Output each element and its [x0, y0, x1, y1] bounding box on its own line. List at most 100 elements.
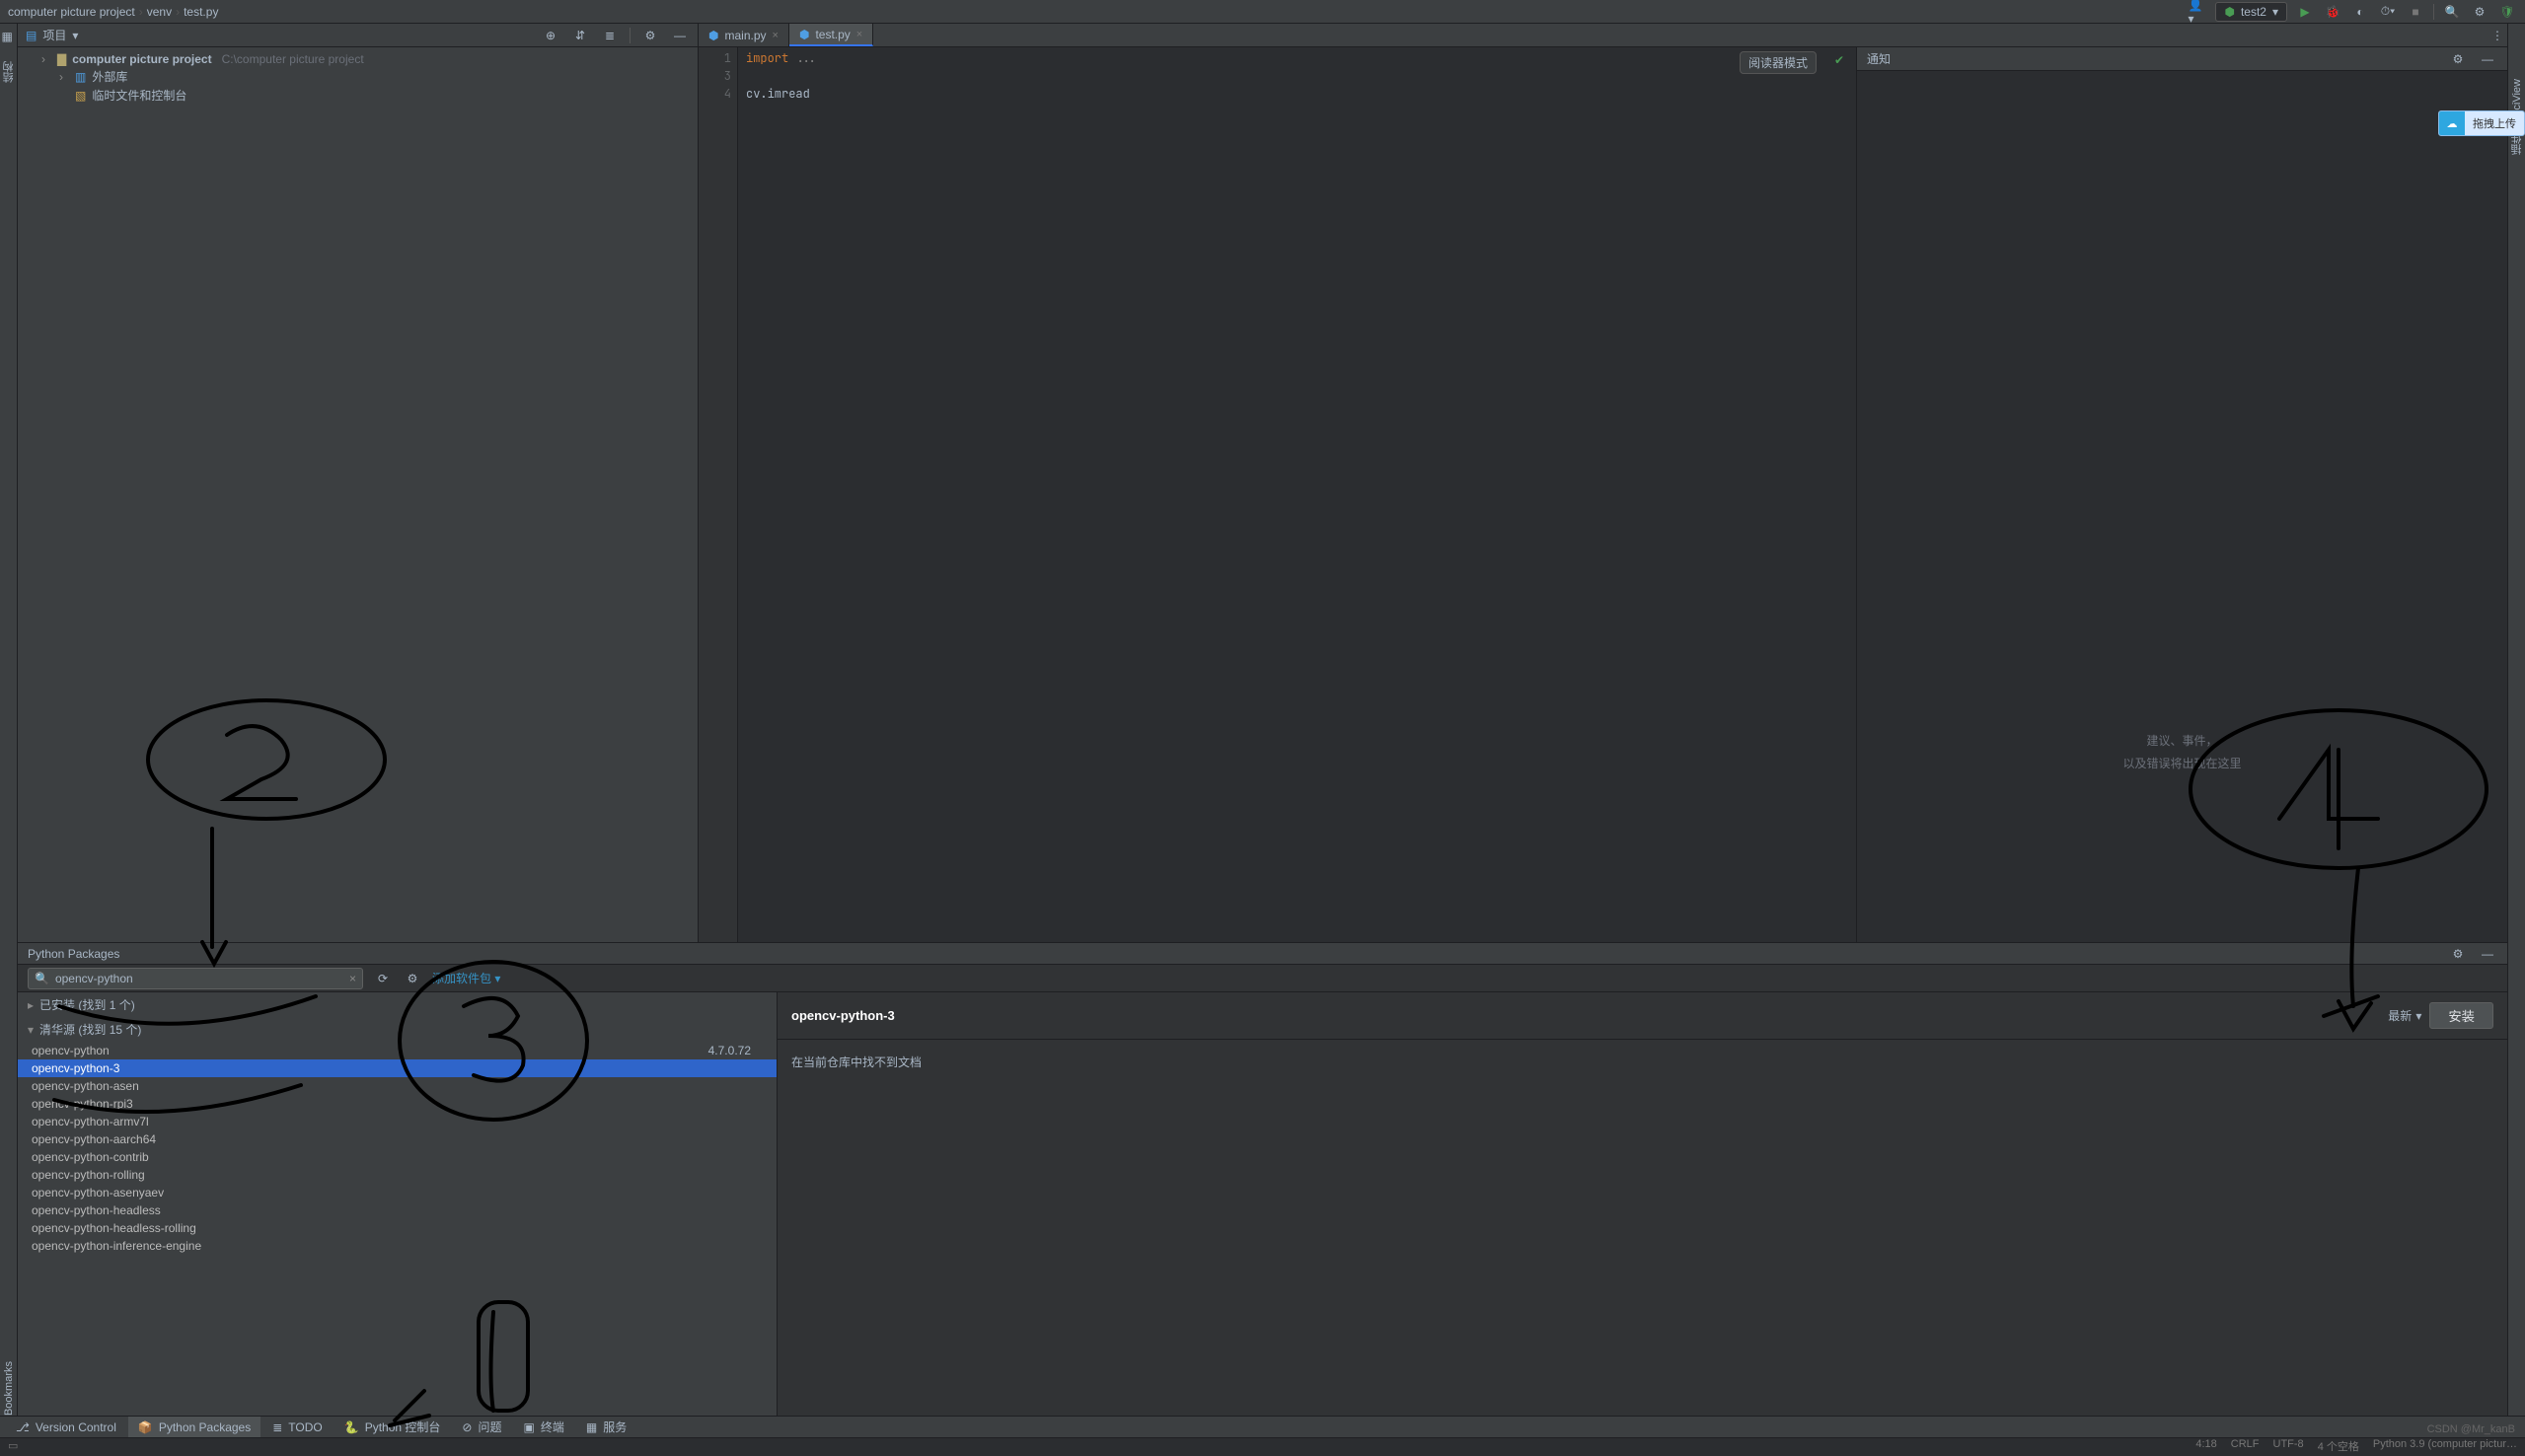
gear-icon[interactable]: ⚙ — [403, 969, 422, 988]
hide-icon[interactable]: — — [2478, 944, 2497, 964]
tree-item-libraries[interactable]: › ▥ 外部库 — [18, 67, 698, 86]
package-version-select[interactable]: 最新 ▾ — [2388, 1007, 2421, 1024]
install-button[interactable]: 安装 — [2429, 1002, 2493, 1029]
status-item[interactable]: 4:18 — [2195, 1438, 2216, 1454]
tree-item-scratches[interactable]: ▧ 临时文件和控制台 — [18, 86, 698, 105]
upload-badge[interactable]: ☁ 拖拽上传 — [2438, 110, 2525, 136]
chevron-right-icon[interactable]: ▸ — [28, 998, 34, 1012]
status-item[interactable]: 4 个空格 — [2318, 1438, 2359, 1454]
profiler-icon[interactable]: ⏱▾ — [2378, 2, 2398, 22]
package-row-name: opencv-python-aarch64 — [32, 1132, 156, 1146]
project-tool-header: ▤ 项目 ▾ ⊕ ⇵ ≣ ⚙ — — [18, 24, 698, 47]
bottom-tab[interactable]: 📦Python Packages — [128, 1417, 260, 1437]
tree-root-row[interactable]: › ▇ computer picture project C:\computer… — [18, 51, 698, 67]
bottom-tab[interactable]: 🐍Python 控制台 — [334, 1417, 451, 1437]
reload-icon[interactable]: ⟳ — [373, 969, 393, 988]
plugin-shield-icon[interactable]: 🛡 — [2497, 2, 2517, 22]
settings-icon[interactable]: ⚙ — [2470, 2, 2489, 22]
editor-tab-test[interactable]: ⬢ test.py × — [789, 24, 873, 46]
package-row[interactable]: opencv-python-contrib — [18, 1148, 777, 1166]
gear-icon[interactable]: ⚙ — [2448, 49, 2468, 69]
bottom-tab[interactable]: ≣TODO — [262, 1417, 333, 1437]
stop-icon[interactable]: ■ — [2406, 2, 2425, 22]
package-row[interactable]: opencv-python-inference-engine — [18, 1237, 777, 1255]
inspection-ok-icon[interactable]: ✔ — [1834, 53, 1844, 67]
tab-label: 服务 — [603, 1419, 627, 1435]
gear-icon[interactable]: ⚙ — [640, 26, 660, 45]
chevron-down-icon[interactable]: ▾ — [28, 1023, 34, 1037]
user-menu-icon[interactable]: 👤▾ — [2188, 2, 2207, 22]
bottom-tab[interactable]: ▦服务 — [576, 1417, 636, 1437]
search-icon[interactable]: 🔍 — [2442, 2, 2462, 22]
select-opened-file-icon[interactable]: ⊕ — [541, 26, 560, 45]
packages-title-bar: Python Packages ⚙ — — [18, 943, 2507, 965]
separator — [2433, 4, 2434, 20]
breadcrumb-item[interactable]: venv — [147, 5, 172, 19]
package-row-name: opencv-python-rolling — [32, 1168, 145, 1182]
status-left-icon[interactable]: ▭ — [8, 1439, 18, 1452]
package-row[interactable]: opencv-python-3 — [18, 1059, 777, 1077]
package-row-name: opencv-python-3 — [32, 1061, 119, 1075]
collapse-all-icon[interactable]: ≣ — [600, 26, 620, 45]
package-row[interactable]: opencv-python-rpi3 — [18, 1095, 777, 1113]
hide-icon[interactable]: — — [2478, 49, 2497, 69]
status-item[interactable]: UTF-8 — [2273, 1438, 2304, 1454]
python-file-icon: ⬢ — [708, 29, 718, 42]
packages-title: Python Packages — [28, 947, 119, 961]
package-row[interactable]: opencv-python-armv7l — [18, 1113, 777, 1130]
package-row[interactable]: opencv-python-headless — [18, 1201, 777, 1219]
package-row[interactable]: opencv-python-asen — [18, 1077, 777, 1095]
run-configuration[interactable]: ⬢ test2 ▾ — [2215, 2, 2287, 22]
tab-icon: 📦 — [138, 1420, 153, 1434]
python-packages-panel: Python Packages ⚙ — 🔍 × ⟳ ⚙ 添加软件包 ▾ ▸ 已安… — [18, 942, 2507, 1416]
status-item[interactable]: Python 3.9 (computer pictur… — [2373, 1438, 2517, 1454]
bottom-tab[interactable]: ⎇Version Control — [6, 1417, 126, 1437]
structure-tool-tab[interactable]: 结构 — [1, 55, 17, 89]
status-item[interactable]: CRLF — [2231, 1438, 2260, 1454]
run-icon[interactable]: ▶ — [2295, 2, 2315, 22]
tab-icon: ⎇ — [16, 1420, 30, 1434]
bookmarks-tool-tab[interactable]: Bookmarks — [3, 1355, 15, 1421]
packages-group-installed[interactable]: ▸ 已安装 (找到 1 个) — [18, 992, 777, 1017]
chevron-right-icon[interactable]: › — [59, 70, 69, 84]
breadcrumb[interactable]: computer picture project › venv › test.p… — [8, 5, 218, 19]
project-tool-icon[interactable]: ▦ — [2, 30, 16, 43]
notifications-empty-line: 以及错误将出现在这里 — [2122, 755, 2241, 771]
package-row[interactable]: opencv-python4.7.0.72 — [18, 1042, 777, 1059]
upload-badge-label: 拖拽上传 — [2465, 115, 2524, 131]
expand-all-icon[interactable]: ⇵ — [570, 26, 590, 45]
package-row[interactable]: opencv-python-headless-rolling — [18, 1219, 777, 1237]
editor-tab-main[interactable]: ⬢ main.py × — [699, 24, 789, 46]
packages-search[interactable]: 🔍 × — [28, 968, 363, 989]
breadcrumb-item[interactable]: test.py — [184, 5, 218, 19]
tab-icon: ⊘ — [462, 1420, 472, 1434]
package-row[interactable]: opencv-python-rolling — [18, 1166, 777, 1184]
bottom-tab[interactable]: ▣终端 — [513, 1417, 573, 1437]
chevron-down-icon: ▾ — [2415, 1009, 2421, 1023]
coverage-icon[interactable]: ◐ — [2350, 2, 2370, 22]
close-icon[interactable]: × — [773, 30, 779, 41]
package-row[interactable]: opencv-python-asenyaev — [18, 1184, 777, 1201]
reader-mode-pill[interactable]: 阅读器模式 — [1740, 51, 1817, 74]
package-row-name: opencv-python-asenyaev — [32, 1186, 164, 1200]
editor-tab-menu-icon[interactable]: ⋮ — [2488, 24, 2507, 46]
gear-icon[interactable]: ⚙ — [2448, 944, 2468, 964]
clear-icon[interactable]: × — [349, 972, 356, 985]
breadcrumb-item[interactable]: computer picture project — [8, 5, 135, 19]
group-label: 已安装 (找到 1 个) — [39, 996, 135, 1013]
bottom-tab[interactable]: ⊘问题 — [452, 1417, 511, 1437]
separator — [630, 28, 631, 43]
add-package-link[interactable]: 添加软件包 ▾ — [432, 970, 500, 986]
tab-icon: 🐍 — [344, 1420, 359, 1434]
run-config-name: test2 — [2241, 5, 2266, 19]
chevron-right-icon[interactable]: › — [41, 52, 51, 66]
packages-group-mirror[interactable]: ▾ 清华源 (找到 15 个) — [18, 1017, 777, 1042]
tree-root-name: computer picture project — [72, 52, 211, 66]
package-row[interactable]: opencv-python-aarch64 — [18, 1130, 777, 1148]
packages-list[interactable]: ▸ 已安装 (找到 1 个) ▾ 清华源 (找到 15 个) opencv-py… — [18, 992, 778, 1416]
chevron-down-icon[interactable]: ▾ — [72, 29, 78, 42]
close-icon[interactable]: × — [856, 29, 862, 40]
packages-search-input[interactable] — [55, 972, 343, 985]
hide-icon[interactable]: — — [670, 26, 690, 45]
debug-icon[interactable]: 🐞 — [2323, 2, 2342, 22]
